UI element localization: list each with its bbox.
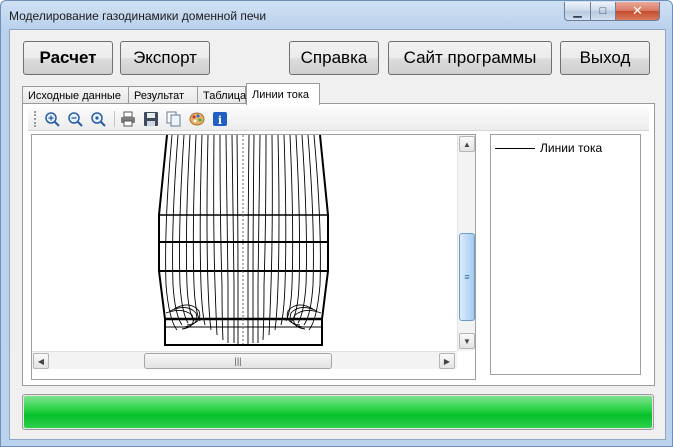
streamlines-panel: i ▲ ≡ ▼ ◀ ||| ▶ Линии тока xyxy=(22,103,655,386)
progress-bar xyxy=(22,394,654,430)
calc-button[interactable]: Расчет xyxy=(23,41,113,75)
palette-icon[interactable] xyxy=(187,109,207,129)
print-icon[interactable] xyxy=(118,109,138,129)
scroll-right-icon[interactable]: ▶ xyxy=(439,353,455,369)
info-icon[interactable]: i xyxy=(210,109,230,129)
chart-legend: Линии тока xyxy=(490,134,641,375)
close-button[interactable]: ✕ xyxy=(615,2,660,21)
maximize-button[interactable]: □ xyxy=(590,2,616,21)
tab-result[interactable]: Результат xyxy=(128,86,198,104)
horizontal-scroll-thumb[interactable]: ||| xyxy=(144,353,332,369)
scroll-down-icon[interactable]: ▼ xyxy=(459,333,475,349)
progress-fill xyxy=(24,396,652,428)
svg-text:i: i xyxy=(218,114,222,127)
streamlines-chart-frame: ▲ ≡ ▼ ◀ ||| ▶ xyxy=(31,134,476,380)
chart-toolbar: i xyxy=(28,108,649,131)
copy-icon[interactable] xyxy=(164,109,184,129)
scroll-up-icon[interactable]: ▲ xyxy=(459,136,475,152)
streamlines-chart[interactable] xyxy=(32,135,457,351)
zoom-out-icon[interactable] xyxy=(65,109,85,129)
exit-button[interactable]: Выход xyxy=(560,41,650,75)
minimize-icon: ▁ xyxy=(573,5,582,18)
toolbar-separator xyxy=(114,111,115,127)
title-bar[interactable]: Моделирование газодинамики доменной печи… xyxy=(1,1,672,29)
website-button[interactable]: Сайт программы xyxy=(388,41,552,75)
zoom-reset-icon[interactable] xyxy=(88,109,108,129)
maximize-icon: □ xyxy=(599,5,607,17)
toolbar-grip[interactable] xyxy=(34,111,37,127)
scroll-left-icon[interactable]: ◀ xyxy=(33,353,49,369)
chart-horizontal-scrollbar[interactable]: ◀ ||| ▶ xyxy=(32,351,457,369)
h-grip: ||| xyxy=(234,356,242,366)
v-grip: ≡ xyxy=(464,272,470,282)
legend-swatch xyxy=(495,148,535,149)
tab-input-data[interactable]: Исходные данные xyxy=(22,86,129,104)
close-icon: ✕ xyxy=(632,3,643,18)
chart-vertical-scrollbar[interactable]: ▲ ≡ ▼ xyxy=(457,135,475,351)
tab-table[interactable]: Таблица xyxy=(197,86,246,104)
zoom-in-icon[interactable] xyxy=(42,109,62,129)
help-button[interactable]: Справка xyxy=(289,41,379,75)
client-area: Расчет Экспорт Справка Сайт программы Вы… xyxy=(9,29,666,440)
main-window: Моделирование газодинамики доменной печи… xyxy=(0,0,673,447)
tab-streamlines[interactable]: Линии тока xyxy=(246,83,320,105)
export-button[interactable]: Экспорт xyxy=(120,41,210,75)
minimize-button[interactable]: ▁ xyxy=(564,2,591,21)
legend-label: Линии тока xyxy=(540,141,603,155)
vertical-scroll-thumb[interactable]: ≡ xyxy=(459,233,475,321)
window-title: Моделирование газодинамики доменной печи xyxy=(9,9,267,23)
save-icon[interactable] xyxy=(141,109,161,129)
